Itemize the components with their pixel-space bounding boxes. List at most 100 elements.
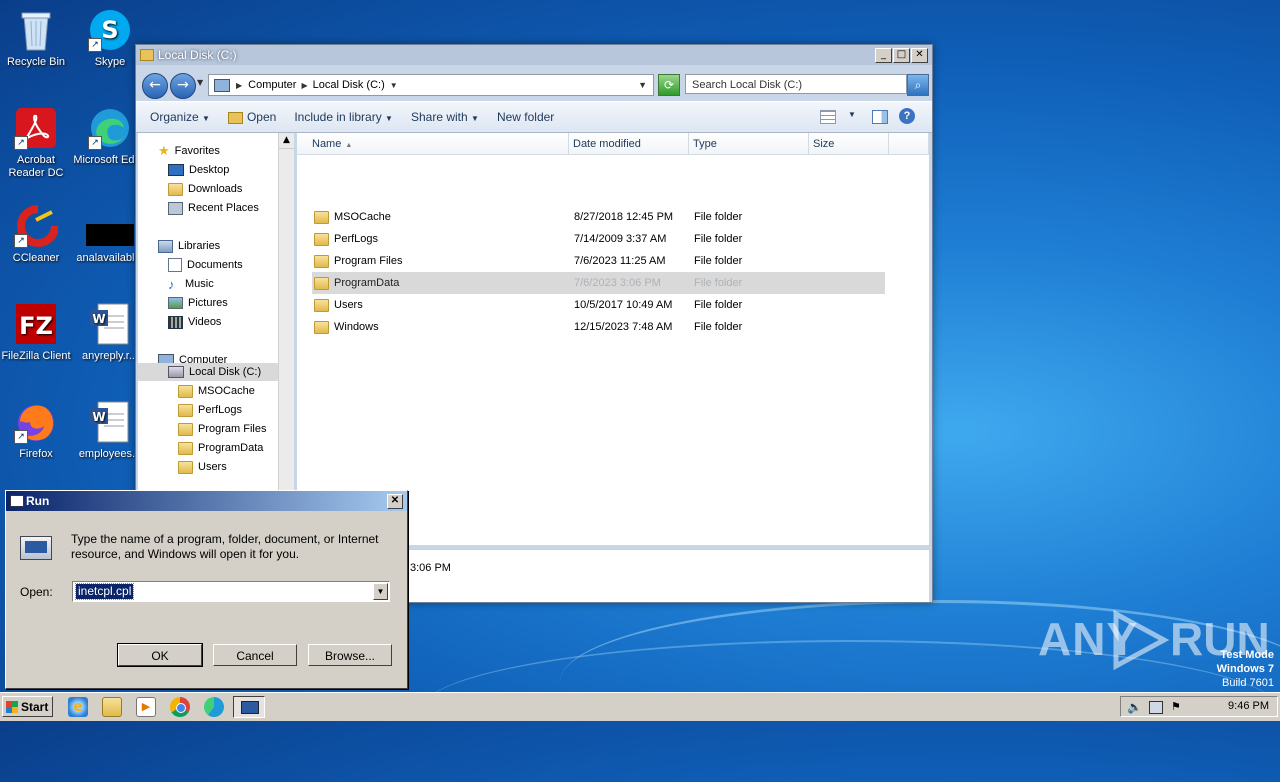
search-input[interactable]: Search Local Disk (C:) xyxy=(685,74,907,94)
open-combobox[interactable]: inetcpl.cpl ▼ xyxy=(72,581,390,602)
nav-documents[interactable]: Documents xyxy=(168,257,243,273)
action-center-icon[interactable]: ⚑ xyxy=(1171,700,1181,713)
open-button[interactable]: Open xyxy=(219,110,285,124)
table-row[interactable]: Program Files 7/6/2023 11:25 AM File fol… xyxy=(312,250,885,272)
run-taskbar-icon xyxy=(241,701,259,714)
nav-programdata[interactable]: ProgramData xyxy=(178,440,263,456)
word-document-icon: W xyxy=(88,400,132,444)
edge-taskbar-icon[interactable] xyxy=(204,697,224,717)
desktop-icon-recycle-bin[interactable]: Recycle Bin xyxy=(0,8,74,69)
black-file-icon xyxy=(86,204,134,248)
column-header-date[interactable]: Date modified xyxy=(569,133,689,155)
taskbar: Start e ▶ 🔈 ⚑ 9:46 PM xyxy=(0,692,1280,721)
address-dropdown-icon[interactable]: ▼ xyxy=(638,80,647,90)
command-bar: Organize ▼ Open Include in library ▼ Sha… xyxy=(136,101,932,133)
preview-pane-icon[interactable] xyxy=(872,110,888,124)
nav-program-files[interactable]: Program Files xyxy=(178,421,266,437)
column-header-name[interactable]: Name ▲ xyxy=(297,133,569,155)
browse-button[interactable]: Browse... xyxy=(308,644,392,666)
refresh-button[interactable]: ⟳ xyxy=(658,74,680,96)
acrobat-icon: ↗ xyxy=(14,106,58,150)
table-row[interactable]: MSOCache 8/27/2018 12:45 PM File folder xyxy=(312,206,885,228)
table-row[interactable]: PerfLogs 7/14/2009 3:37 AM File folder xyxy=(312,228,885,250)
minimize-button[interactable]: _ xyxy=(875,48,892,63)
desktop-icon-ccleaner[interactable]: ↗ CCleaner xyxy=(0,204,74,265)
svg-text:S: S xyxy=(101,16,118,44)
column-header-type[interactable]: Type xyxy=(689,133,809,155)
media-player-icon[interactable]: ▶ xyxy=(136,697,156,717)
folder-icon xyxy=(178,422,193,436)
view-dropdown-icon[interactable]: ▼ xyxy=(848,110,856,119)
explorer-titlebar[interactable]: Local Disk (C:) xyxy=(136,45,932,65)
breadcrumb-computer[interactable]: Computer xyxy=(248,79,296,91)
chrome-icon[interactable] xyxy=(170,697,190,717)
new-folder-button[interactable]: New folder xyxy=(488,110,563,124)
forward-button[interactable]: → xyxy=(170,73,196,99)
skype-icon: S ↗ xyxy=(88,8,132,52)
address-bar[interactable]: ▶ Computer ▶ Local Disk (C:) ▼ ▼ xyxy=(208,74,654,96)
run-dialog: Run ✕ Type the name of a program, folder… xyxy=(5,490,408,689)
share-with-button[interactable]: Share with ▼ xyxy=(402,110,488,124)
run-close-button[interactable]: ✕ xyxy=(387,494,403,509)
anyrun-watermark: ANY RUN xyxy=(1038,608,1270,670)
run-titlebar[interactable]: Run ✕ xyxy=(6,491,407,511)
desktop-icon-firefox[interactable]: ↗ Firefox xyxy=(0,400,74,461)
close-button[interactable]: ✕ xyxy=(911,48,928,63)
maximize-button[interactable]: □ xyxy=(893,48,910,63)
nav-music[interactable]: ♪ Music xyxy=(168,276,214,292)
file-name: Users xyxy=(334,299,363,311)
desktop-icon-acrobat[interactable]: ↗ Acrobat Reader DC xyxy=(0,106,74,180)
nav-msocache[interactable]: MSOCache xyxy=(178,383,255,399)
organize-button[interactable]: Organize ▼ xyxy=(136,110,219,124)
nav-libraries[interactable]: Libraries xyxy=(158,238,220,254)
column-header-empty xyxy=(889,133,929,155)
ok-button[interactable]: OK xyxy=(117,643,203,667)
desktop-icon-label: Recycle Bin xyxy=(6,56,66,68)
run-title: Run xyxy=(26,494,50,508)
desktop-icon-label: CCleaner xyxy=(12,252,60,264)
clock[interactable]: 9:46 PM xyxy=(1228,700,1269,712)
shortcut-arrow-icon: ↗ xyxy=(14,430,28,444)
table-row[interactable]: Windows 12/15/2023 7:48 AM File folder xyxy=(312,316,885,338)
address-row: ← → ▼ ▶ Computer ▶ Local Disk (C:) ▼ ▼ ⟳… xyxy=(136,69,932,99)
search-icon[interactable]: ⌕ xyxy=(907,74,929,96)
volume-icon[interactable]: 🔈 xyxy=(1127,700,1142,714)
column-header-size[interactable]: Size xyxy=(809,133,889,155)
back-button[interactable]: ← xyxy=(142,73,168,99)
view-options-icon[interactable] xyxy=(820,110,836,124)
file-date: 7/6/2023 11:25 AM xyxy=(574,255,666,267)
nav-perflogs[interactable]: PerfLogs xyxy=(178,402,242,418)
scroll-up-arrow-icon[interactable]: ▲ xyxy=(279,133,294,149)
navigation-scrollbar[interactable]: ▲ xyxy=(278,133,294,513)
nav-videos[interactable]: Videos xyxy=(168,314,221,330)
include-in-library-button[interactable]: Include in library ▼ xyxy=(285,110,402,124)
ie-icon[interactable]: e xyxy=(68,697,88,717)
nav-recent-places[interactable]: Recent Places xyxy=(168,200,259,216)
nav-desktop[interactable]: Desktop xyxy=(168,162,229,178)
nav-local-disk[interactable]: Local Disk (C:) xyxy=(168,364,261,380)
table-row-selected[interactable]: ProgramData 7/6/2023 3:06 PM File folder xyxy=(312,272,885,294)
nav-pictures[interactable]: Pictures xyxy=(168,295,228,311)
help-icon[interactable]: ? xyxy=(899,108,915,124)
nav-downloads[interactable]: Downloads xyxy=(168,181,242,197)
table-row[interactable]: Users 10/5/2017 10:49 AM File folder xyxy=(312,294,885,316)
word-document-icon: W xyxy=(88,302,132,346)
shortcut-arrow-icon: ↗ xyxy=(14,234,28,248)
file-type: File folder xyxy=(694,255,743,267)
locked-folder-icon xyxy=(178,384,193,398)
open-input[interactable]: inetcpl.cpl xyxy=(74,583,135,600)
combobox-dropdown-button[interactable]: ▼ xyxy=(373,583,388,600)
desktop-icon-filezilla[interactable]: FZ FileZilla Client xyxy=(0,302,74,363)
explorer-folder-icon[interactable] xyxy=(102,697,122,717)
cancel-button[interactable]: Cancel xyxy=(213,644,297,666)
open-label: Open: xyxy=(20,585,53,599)
nav-favorites[interactable]: ★ Favorites xyxy=(158,143,220,159)
nav-users[interactable]: Users xyxy=(178,459,227,475)
file-name: ProgramData xyxy=(334,277,400,289)
start-button[interactable]: Start xyxy=(2,696,53,717)
run-taskbar-button[interactable] xyxy=(233,696,265,718)
ccleaner-icon: ↗ xyxy=(14,204,59,248)
network-icon[interactable] xyxy=(1149,701,1163,714)
breadcrumb-local-disk[interactable]: Local Disk (C:) xyxy=(313,79,385,91)
recent-pages-chevron-icon[interactable]: ▼ xyxy=(197,78,203,87)
